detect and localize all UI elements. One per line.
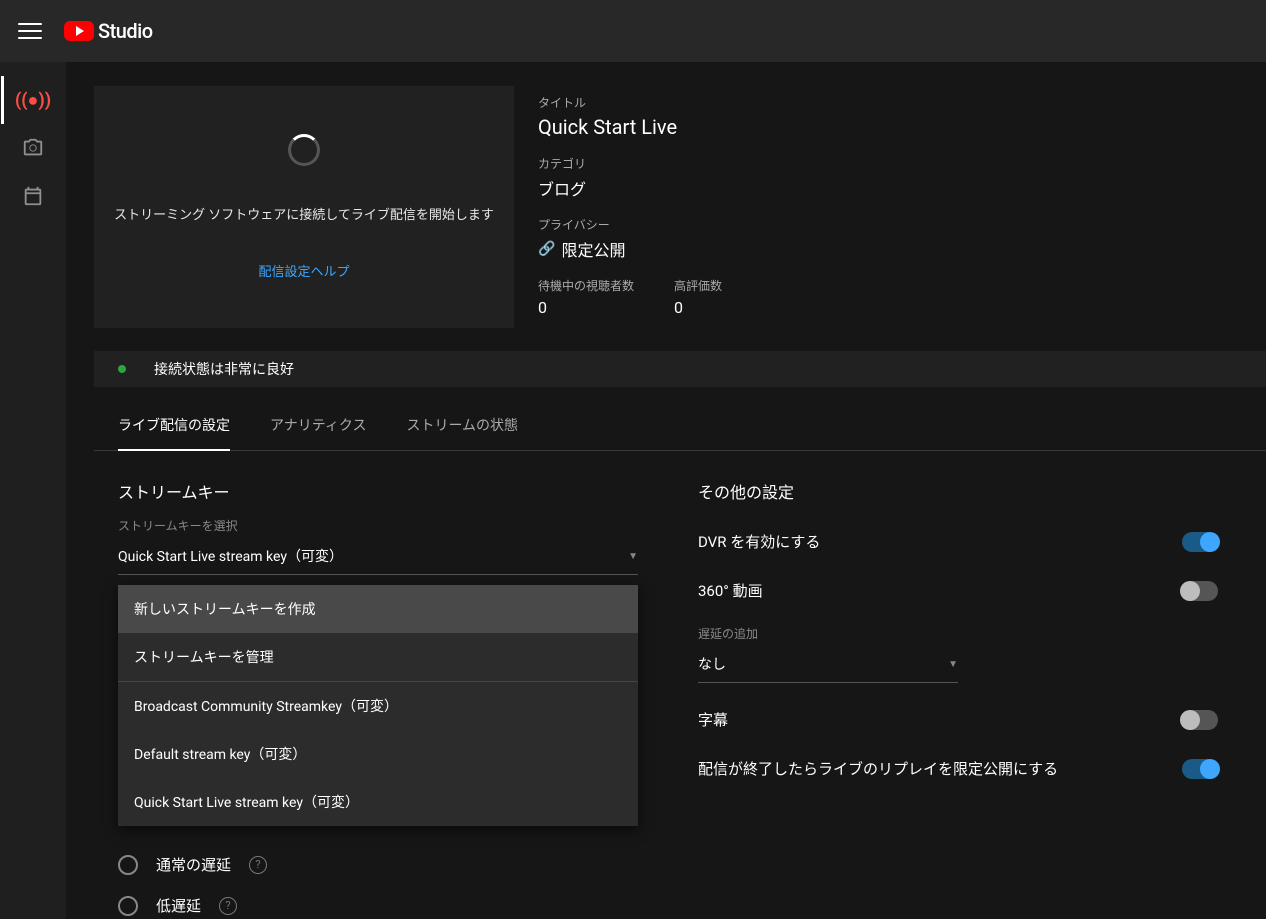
- captions-toggle[interactable]: [1182, 710, 1218, 730]
- tab-settings[interactable]: ライブ配信の設定: [118, 415, 230, 451]
- stream-info: タイトル Quick Start Live カテゴリ ブログ プライバシー 🔗 …: [538, 86, 758, 333]
- likes-label: 高評価数: [674, 277, 722, 294]
- camera-icon: [22, 137, 44, 159]
- tabs: ライブ配信の設定 アナリティクス ストリームの状態: [94, 415, 1266, 451]
- status-text: 接続状態は非常に良好: [154, 359, 294, 379]
- chevron-down-icon: ▼: [628, 551, 638, 562]
- sidebar-item-stream[interactable]: ((●)): [1, 76, 63, 124]
- stream-key-selected: Quick Start Live stream key（可変）: [118, 546, 343, 566]
- logo[interactable]: Studio: [64, 19, 153, 43]
- stream-key-select-label: ストリームキーを選択: [118, 517, 638, 534]
- title-label: タイトル: [538, 94, 758, 111]
- video360-label: 360° 動画: [698, 580, 763, 601]
- calendar-icon: [22, 185, 44, 207]
- app-header: Studio: [0, 0, 1266, 62]
- dropdown-create-key[interactable]: 新しいストリームキーを作成: [118, 585, 638, 633]
- sidebar: ((●)): [0, 62, 66, 919]
- category-label: カテゴリ: [538, 155, 758, 172]
- menu-icon[interactable]: [18, 19, 42, 43]
- loading-spinner-icon: [288, 134, 320, 166]
- video360-toggle[interactable]: [1182, 581, 1218, 601]
- dvr-label: DVR を有効にする: [698, 531, 820, 552]
- brand-text: Studio: [98, 19, 153, 43]
- connection-status-bar: 接続状態は非常に良好: [94, 351, 1266, 387]
- help-icon[interactable]: ?: [249, 856, 267, 874]
- delay-label: 遅延の追加: [698, 625, 1218, 642]
- dropdown-key-quickstart[interactable]: Quick Start Live stream key（可変）: [118, 778, 638, 826]
- dropdown-manage-keys[interactable]: ストリームキーを管理: [118, 633, 638, 681]
- tab-health[interactable]: ストリームの状態: [406, 415, 518, 450]
- stream-key-section-title: ストリームキー: [118, 479, 638, 503]
- stream-key-select[interactable]: Quick Start Live stream key（可変） ▼: [118, 540, 638, 575]
- broadcast-icon: ((●)): [15, 90, 51, 111]
- captions-label: 字幕: [698, 709, 728, 730]
- category-value: ブログ: [538, 176, 758, 200]
- main-content: ストリーミング ソフトウェアに接続してライブ配信を開始します 配信設定ヘルプ タ…: [66, 62, 1266, 919]
- replay-toggle[interactable]: [1182, 759, 1218, 779]
- preview-message: ストリーミング ソフトウェアに接続してライブ配信を開始します: [114, 204, 494, 223]
- radio-low-label: 低遅延: [156, 895, 201, 916]
- radio-low-latency[interactable]: [118, 896, 138, 916]
- link-icon: 🔗: [538, 241, 555, 257]
- preview-panel: ストリーミング ソフトウェアに接続してライブ配信を開始します 配信設定ヘルプ: [94, 86, 514, 328]
- sidebar-item-manage[interactable]: [2, 172, 64, 220]
- dropdown-key-default[interactable]: Default stream key（可変）: [118, 730, 638, 778]
- likes-value: 0: [674, 298, 722, 317]
- help-icon[interactable]: ?: [219, 897, 237, 915]
- privacy-label: プライバシー: [538, 216, 758, 233]
- other-settings-title: その他の設定: [698, 479, 1218, 503]
- stream-title: Quick Start Live: [538, 115, 758, 139]
- viewers-label: 待機中の視聴者数: [538, 277, 634, 294]
- viewers-value: 0: [538, 298, 634, 317]
- tab-analytics[interactable]: アナリティクス: [270, 415, 366, 450]
- privacy-value: 限定公開: [561, 237, 625, 261]
- replay-label: 配信が終了したらライブのリプレイを限定公開にする: [698, 758, 1058, 779]
- radio-normal-latency[interactable]: [118, 855, 138, 875]
- stream-key-dropdown: 新しいストリームキーを作成 ストリームキーを管理 Broadcast Commu…: [118, 585, 638, 826]
- youtube-play-icon: [64, 21, 94, 41]
- status-dot-icon: [118, 365, 126, 373]
- delay-select[interactable]: なし ▼: [698, 648, 958, 683]
- sidebar-item-webcam[interactable]: [2, 124, 64, 172]
- chevron-down-icon: ▼: [948, 659, 958, 670]
- stream-help-link[interactable]: 配信設定ヘルプ: [258, 261, 349, 280]
- dropdown-key-broadcast[interactable]: Broadcast Community Streamkey（可変）: [118, 682, 638, 730]
- dvr-toggle[interactable]: [1182, 532, 1218, 552]
- delay-value: なし: [698, 654, 726, 674]
- radio-normal-label: 通常の遅延: [156, 854, 231, 875]
